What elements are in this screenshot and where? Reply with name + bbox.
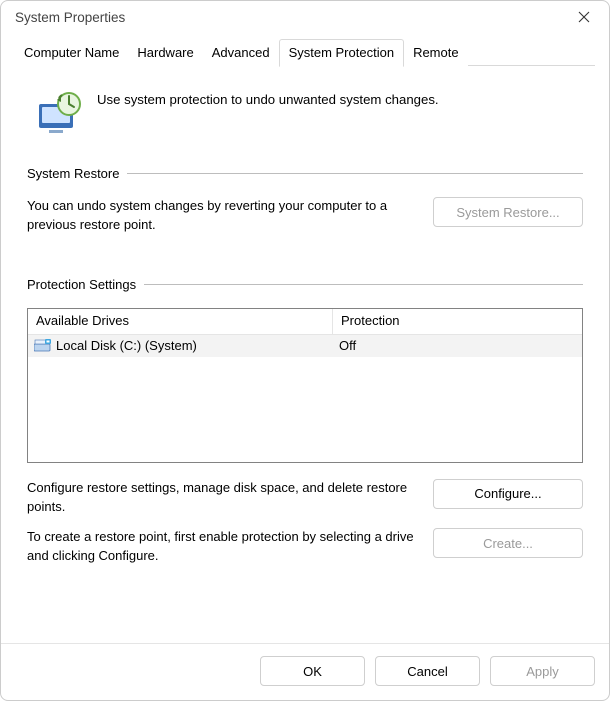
drives-header: Available Drives Protection [28, 309, 582, 335]
tab-computer-name[interactable]: Computer Name [15, 39, 128, 66]
drive-name: Local Disk (C:) (System) [56, 338, 197, 353]
tab-system-protection[interactable]: System Protection [279, 39, 405, 67]
create-desc: To create a restore point, first enable … [27, 528, 417, 566]
tab-advanced[interactable]: Advanced [203, 39, 279, 66]
group-protection-settings: Protection Settings Available Drives Pro… [27, 277, 583, 576]
drive-protection: Off [339, 338, 356, 353]
system-properties-window: System Properties Computer Name Hardware… [0, 0, 610, 701]
tabs: Computer Name Hardware Advanced System P… [1, 33, 609, 66]
drives-list[interactable]: Available Drives Protection Local Disk (… [27, 308, 583, 463]
apply-button[interactable]: Apply [490, 656, 595, 686]
titlebar: System Properties [1, 1, 609, 33]
ok-button[interactable]: OK [260, 656, 365, 686]
drive-icon [34, 339, 52, 353]
window-title: System Properties [15, 10, 561, 25]
group-header: Protection Settings [27, 277, 583, 292]
system-restore-button[interactable]: System Restore... [433, 197, 583, 227]
group-title: Protection Settings [27, 277, 136, 292]
create-button[interactable]: Create... [433, 528, 583, 558]
column-protection[interactable]: Protection [333, 309, 582, 334]
group-system-restore: System Restore You can undo system chang… [27, 166, 583, 245]
group-header: System Restore [27, 166, 583, 181]
tab-hardware[interactable]: Hardware [128, 39, 202, 66]
close-icon [578, 11, 590, 23]
system-restore-desc: You can undo system changes by reverting… [27, 197, 417, 235]
intro-row: Use system protection to undo unwanted s… [27, 84, 583, 142]
group-rule [127, 173, 583, 174]
group-title: System Restore [27, 166, 119, 181]
configure-desc: Configure restore settings, manage disk … [27, 479, 417, 517]
system-protection-icon [35, 88, 83, 136]
drive-row[interactable]: Local Disk (C:) (System) Off [28, 335, 582, 357]
intro-text: Use system protection to undo unwanted s… [97, 88, 439, 107]
group-rule [144, 284, 583, 285]
tab-page-system-protection: Use system protection to undo unwanted s… [1, 66, 609, 643]
configure-button[interactable]: Configure... [433, 479, 583, 509]
dialog-footer: OK Cancel Apply [1, 643, 609, 700]
column-available-drives[interactable]: Available Drives [28, 309, 333, 334]
close-button[interactable] [561, 2, 607, 32]
tab-remote[interactable]: Remote [404, 39, 468, 66]
cancel-button[interactable]: Cancel [375, 656, 480, 686]
